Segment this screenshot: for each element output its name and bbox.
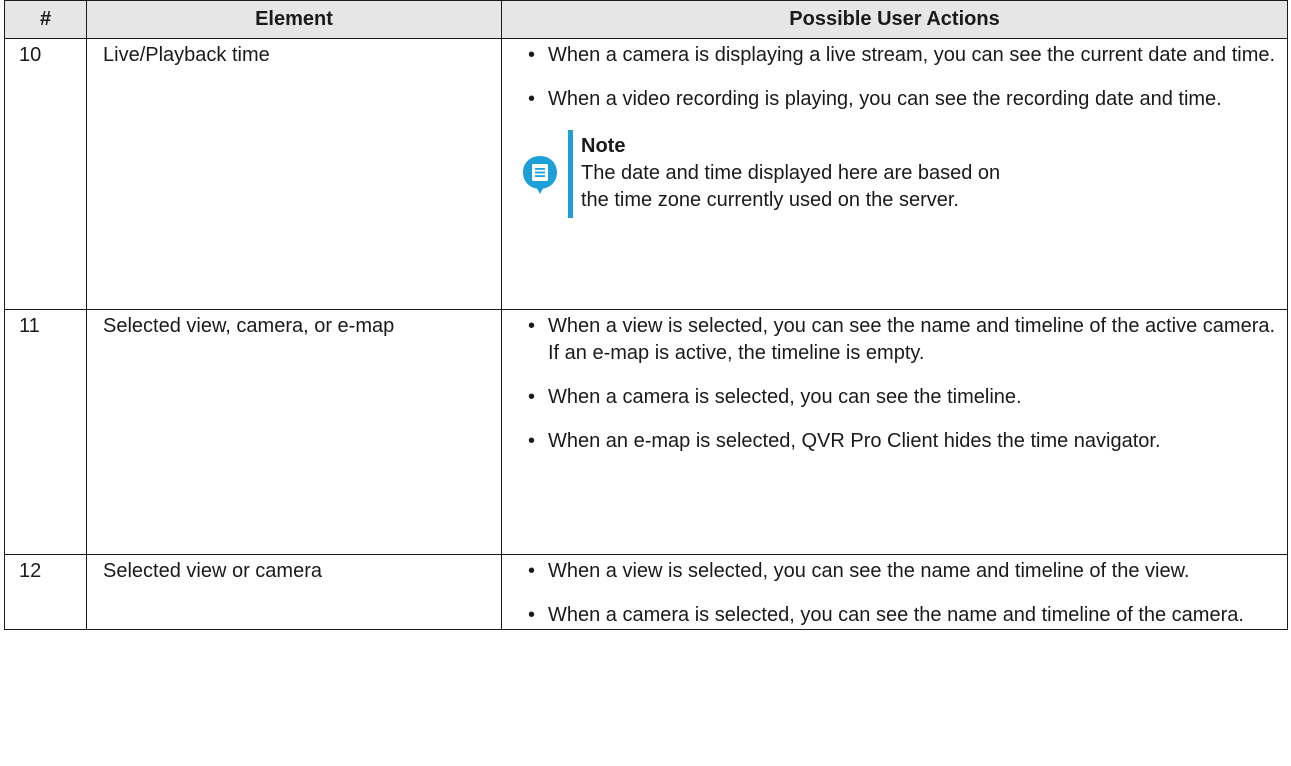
row-actions: • When a view is selected, you can see th… bbox=[501, 554, 1288, 630]
bullet-icon: • bbox=[528, 386, 536, 408]
action-list: • When a view is selected, you can see th… bbox=[522, 558, 1277, 629]
action-list: • When a camera is displaying a live stre… bbox=[522, 42, 1277, 113]
row-element: Selected view or camera bbox=[86, 554, 502, 630]
bullet-icon: • bbox=[528, 560, 536, 582]
note-title: Note bbox=[581, 135, 626, 157]
list-item: • When a camera is displaying a live stre… bbox=[522, 42, 1277, 69]
header-possible-user-actions: Possible User Actions bbox=[501, 0, 1288, 39]
list-item: • When an e-map is selected, QVR Pro Clie… bbox=[522, 428, 1277, 455]
row-actions: • When a camera is displaying a live stre… bbox=[501, 38, 1288, 310]
row-number: 11 bbox=[4, 309, 87, 555]
header-number: # bbox=[4, 0, 87, 39]
list-item: • When a camera is selected, you can see … bbox=[522, 384, 1277, 411]
list-item: • When a view is selected, you can see th… bbox=[522, 558, 1277, 585]
list-item: • When a view is selected, you can see th… bbox=[528, 315, 1276, 364]
row-element: Selected view, camera, or e-map bbox=[86, 309, 502, 555]
row-number: 12 bbox=[4, 554, 87, 630]
table-row: 11 Selected view, camera, or e-map • When… bbox=[4, 309, 1288, 555]
row-number: 10 bbox=[4, 38, 87, 310]
row-element: Live/Playback time bbox=[86, 38, 502, 310]
bullet-icon: • bbox=[528, 604, 536, 626]
table-row: 10 Live/Playback time • When a camera is … bbox=[4, 38, 1288, 310]
action-list: • When a view is selected, you can see th… bbox=[522, 313, 1277, 455]
note-accent-bar bbox=[568, 130, 573, 218]
note-callout: Note The date and time displayed here ar… bbox=[522, 130, 1277, 218]
row-actions: • When a view is selected, you can see th… bbox=[501, 309, 1288, 555]
table-row: 12 Selected view or camera • When a view … bbox=[4, 554, 1288, 630]
bullet-icon: • bbox=[528, 315, 536, 337]
note-speech-bubble-icon bbox=[523, 156, 557, 194]
header-element: Element bbox=[86, 0, 502, 39]
list-item: • When a camera is selected, you can see … bbox=[522, 602, 1277, 629]
table-header-row: # Element Possible User Actions bbox=[4, 0, 1288, 39]
bullet-icon: • bbox=[528, 44, 536, 66]
note-text: The date and time displayed here are bas… bbox=[581, 162, 1001, 211]
bullet-icon: • bbox=[528, 88, 536, 110]
list-item: • When a video recording is playing, you … bbox=[522, 86, 1277, 113]
bullet-icon: • bbox=[528, 430, 536, 452]
user-actions-table: # Element Possible User Actions 10 Live/… bbox=[4, 0, 1288, 630]
